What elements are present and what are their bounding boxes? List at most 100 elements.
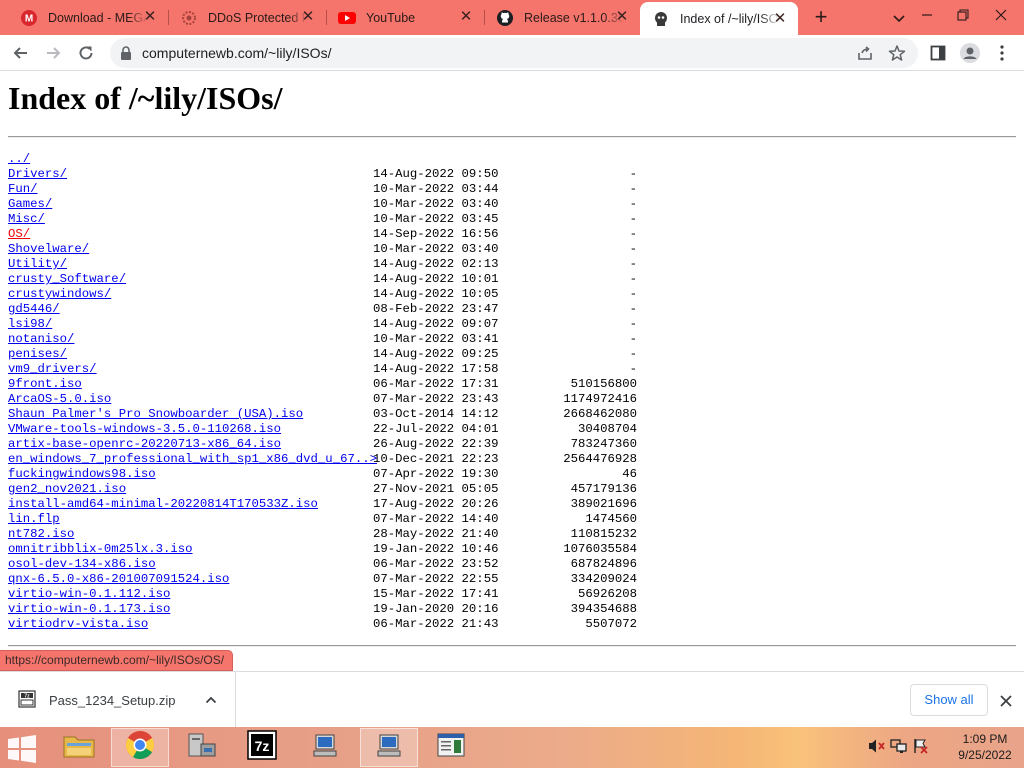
taskbar-chrome[interactable]	[111, 728, 169, 767]
file-link[interactable]: ArcaOS-5.0.iso	[8, 392, 111, 407]
action-center-flag-icon[interactable]	[912, 738, 930, 759]
download-item[interactable]: 7z Pass_1234_Setup.zip	[0, 672, 236, 728]
restore-button[interactable]	[944, 0, 982, 30]
file-link[interactable]: 9front.iso	[8, 377, 82, 392]
tab-mega[interactable]: M Download - MEGA ✕	[8, 0, 168, 35]
minimize-button[interactable]	[908, 0, 946, 30]
file-size: 46	[622, 467, 637, 481]
bookmark-star-icon[interactable]	[888, 44, 906, 62]
listing-row: OS/14-Sep-2022 16:56 -	[8, 227, 648, 242]
side-panel-icon[interactable]	[928, 43, 948, 63]
taskbar-7zip[interactable]: 7z	[233, 728, 291, 767]
volume-muted-icon[interactable]	[868, 738, 886, 759]
file-link[interactable]: crusty_Software/	[8, 272, 126, 287]
monitor-app-icon	[374, 730, 404, 765]
file-size: -	[629, 272, 637, 286]
zip-file-icon: 7z	[18, 690, 36, 708]
file-link[interactable]: vm9_drivers/	[8, 362, 97, 377]
profile-avatar-icon[interactable]	[960, 43, 980, 63]
file-link[interactable]: lin.flp	[8, 512, 60, 527]
network-icon[interactable]	[890, 738, 908, 759]
forward-button[interactable]	[40, 40, 66, 66]
file-size: 334209024	[570, 572, 637, 586]
file-size: 457179136	[570, 482, 637, 496]
file-link[interactable]: osol-dev-134-x86.iso	[8, 557, 156, 572]
file-link[interactable]: Drivers/	[8, 167, 67, 182]
download-shelf: 7z Pass_1234_Setup.zip Show all	[0, 671, 1024, 728]
file-link[interactable]: lsi98/	[8, 317, 52, 332]
listing-row: notaniso/10-Mar-2022 03:41 -	[8, 332, 648, 347]
tab-ddos[interactable]: DDoS Protected Page ✕	[168, 0, 326, 35]
file-link[interactable]: crustywindows/	[8, 287, 111, 302]
close-icon[interactable]: ✕	[614, 9, 630, 25]
close-icon[interactable]: ✕	[142, 9, 158, 25]
tab-youtube[interactable]: YouTube ✕	[326, 0, 484, 35]
listing-row: Shaun Palmer's Pro Snowboarder (USA).iso…	[8, 407, 648, 422]
modified-date: 14-Aug-2022 09:50	[373, 167, 499, 181]
file-size: 687824896	[570, 557, 637, 571]
taskbar-window-app[interactable]	[422, 728, 480, 767]
file-link[interactable]: en_windows_7_professional_with_sp1_x86_d…	[8, 452, 377, 467]
file-size: -	[629, 347, 637, 361]
monitor-app-icon	[310, 730, 340, 765]
close-icon[interactable]	[996, 691, 1016, 711]
listing-row: Drivers/14-Aug-2022 09:50 -	[8, 167, 648, 182]
file-link[interactable]: install-amd64-minimal-20220814T170533Z.i…	[8, 497, 318, 512]
file-link[interactable]: Shovelware/	[8, 242, 89, 257]
chrome-icon	[125, 730, 155, 765]
modified-date: 06-Mar-2022 21:43	[373, 617, 499, 631]
file-link[interactable]: virtio-win-0.1.112.iso	[8, 587, 170, 602]
tab-github-release[interactable]: Release v1.1.0.364 ✕	[484, 0, 640, 35]
file-link[interactable]: fuckingwindows98.iso	[8, 467, 156, 482]
show-all-button[interactable]: Show all	[910, 684, 988, 716]
file-link[interactable]: qnx-6.5.0-x86-201007091524.iso	[8, 572, 229, 587]
file-link[interactable]: Shaun Palmer's Pro Snowboarder (USA).iso	[8, 407, 303, 422]
file-link[interactable]: Fun/	[8, 182, 38, 197]
file-link[interactable]: gen2_nov2021.iso	[8, 482, 126, 497]
listing-row: gen2_nov2021.iso 27-Nov-2021 05:05 4571791…	[8, 482, 648, 497]
svg-text:M: M	[25, 13, 33, 24]
file-link[interactable]: notaniso/	[8, 332, 74, 347]
file-link[interactable]: penises/	[8, 347, 67, 362]
modified-date: 14-Aug-2022 09:25	[373, 347, 499, 361]
lock-icon[interactable]	[120, 46, 132, 65]
new-tab-button[interactable]: +	[810, 6, 832, 29]
file-link[interactable]: virtiodrv-vista.iso	[8, 617, 148, 632]
modified-date: 08-Feb-2022 23:47	[373, 302, 499, 316]
file-link[interactable]: OS/	[8, 227, 30, 242]
reload-button[interactable]	[73, 40, 99, 66]
address-bar[interactable]: computernewb.com/~lily/ISOs/	[110, 38, 918, 68]
file-link[interactable]: virtio-win-0.1.173.iso	[8, 602, 170, 617]
share-icon[interactable]	[856, 44, 874, 62]
close-window-button[interactable]	[982, 0, 1020, 30]
tab-search-chevron-icon[interactable]	[890, 9, 908, 27]
chevron-up-icon[interactable]	[203, 692, 219, 708]
taskbar-computer-tool[interactable]	[172, 728, 230, 767]
file-link[interactable]: Misc/	[8, 212, 45, 227]
page-title: Index of /~lily/ISOs/	[8, 80, 283, 116]
taskbar-monitor-app[interactable]	[296, 728, 354, 767]
windows-start-icon[interactable]	[6, 735, 38, 763]
file-link[interactable]: omnitribblix-0m25lx.3.iso	[8, 542, 192, 557]
taskbar-monitor-app-active[interactable]	[360, 728, 418, 767]
file-link[interactable]: gd5446/	[8, 302, 60, 317]
file-size: -	[629, 212, 637, 226]
close-icon[interactable]: ✕	[772, 11, 788, 27]
divider	[8, 136, 1016, 138]
back-button[interactable]	[8, 40, 34, 66]
file-link[interactable]: Games/	[8, 197, 52, 212]
modified-date: 07-Mar-2022 22:55	[373, 572, 499, 586]
file-link[interactable]: Utility/	[8, 257, 67, 272]
system-clock[interactable]: 1:09 PM 9/25/2022	[950, 731, 1020, 763]
file-link[interactable]: artix-base-openrc-20220713-x86_64.iso	[8, 437, 281, 452]
parent-directory-link[interactable]: ../	[8, 152, 30, 167]
close-icon[interactable]: ✕	[458, 9, 474, 25]
more-menu-icon[interactable]	[992, 43, 1012, 63]
close-icon[interactable]: ✕	[300, 9, 316, 25]
file-link[interactable]: VMware-tools-windows-3.5.0-110268.iso	[8, 422, 281, 437]
taskbar-file-explorer[interactable]	[50, 728, 108, 767]
tab-index-of-isos[interactable]: Index of /~lily/ISOs/ ✕	[640, 2, 798, 35]
modified-date: 19-Jan-2020 20:16	[373, 602, 499, 616]
download-filename: Pass_1234_Setup.zip	[49, 693, 176, 708]
file-link[interactable]: nt782.iso	[8, 527, 74, 542]
